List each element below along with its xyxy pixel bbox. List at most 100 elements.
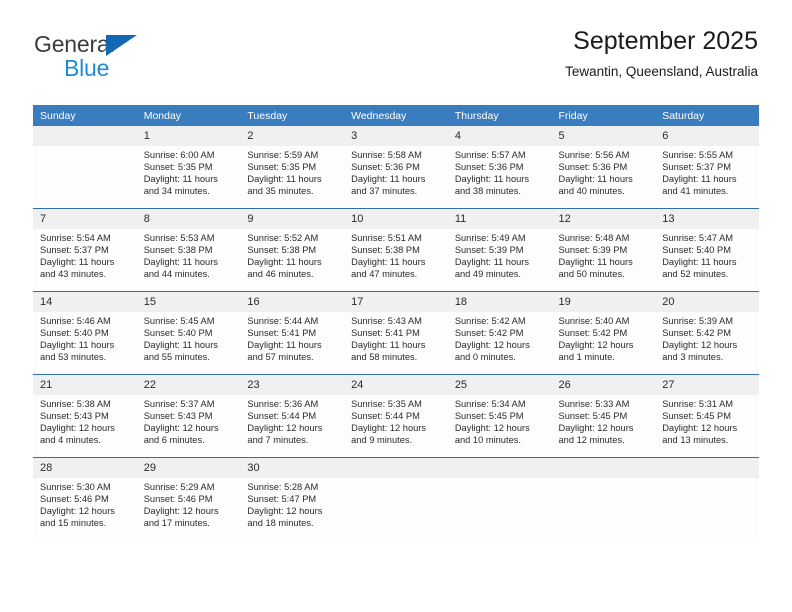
logo-text-general: General bbox=[34, 31, 115, 57]
logo-triangle-icon bbox=[106, 35, 137, 56]
daylight-text: Daylight: 11 hours and 44 minutes. bbox=[143, 257, 218, 280]
calendar-day-cell[interactable]: 17 Sunrise: 5:43 AM Sunset: 5:41 PM Dayligh… bbox=[344, 291, 448, 375]
day-number: 18 bbox=[447, 292, 552, 312]
weekday-header-cell: Sunday bbox=[33, 105, 137, 126]
day-number bbox=[655, 458, 759, 478]
day-sun-info: Sunrise: 5:33 AM Sunset: 5:45 PM Daylight:… bbox=[552, 395, 656, 446]
calendar-day-cell[interactable]: 26 Sunrise: 5:33 AM Sunset: 5:45 PM Dayligh… bbox=[551, 374, 656, 458]
calendar-day-cell[interactable]: 6 Sunrise: 5:55 AM Sunset: 5:37 PM Daylight… bbox=[655, 126, 759, 209]
calendar-day-cell[interactable]: 29 Sunrise: 5:29 AM Sunset: 5:46 PM Dayligh… bbox=[136, 457, 241, 540]
generalblue-logo: General Blue bbox=[34, 32, 264, 88]
daylight-text: Daylight: 12 hours and 1 minute. bbox=[558, 340, 634, 363]
calendar-day-cell[interactable]: 3 Sunrise: 5:58 AM Sunset: 5:36 PM Daylight… bbox=[344, 126, 448, 209]
calendar-day-cell[interactable]: 25 Sunrise: 5:34 AM Sunset: 5:45 PM Dayligh… bbox=[447, 374, 552, 458]
day-number: 8 bbox=[136, 209, 241, 229]
calendar-day-cell[interactable]: 18 Sunrise: 5:42 AM Sunset: 5:42 PM Dayligh… bbox=[447, 291, 552, 375]
calendar-day-cell[interactable]: 1 Sunrise: 6:00 AM Sunset: 5:35 PM Daylight… bbox=[136, 126, 241, 209]
calendar-day-cell[interactable]: 23 Sunrise: 5:36 AM Sunset: 5:44 PM Dayligh… bbox=[240, 374, 345, 458]
calendar-day-cell[interactable]: 16 Sunrise: 5:44 AM Sunset: 5:41 PM Dayligh… bbox=[240, 291, 345, 375]
calendar-day-cell[interactable]: 14 Sunrise: 5:46 AM Sunset: 5:40 PM Dayligh… bbox=[33, 291, 137, 375]
sunrise-text: Sunrise: 6:00 AM bbox=[143, 150, 215, 160]
day-sun-info: Sunrise: 5:45 AM Sunset: 5:40 PM Daylight:… bbox=[137, 312, 241, 363]
sunrise-text: Sunrise: 5:28 AM bbox=[247, 482, 319, 492]
calendar-day-cell[interactable]: 13 Sunrise: 5:47 AM Sunset: 5:40 PM Dayligh… bbox=[655, 208, 759, 292]
daylight-text: Daylight: 11 hours and 49 minutes. bbox=[454, 257, 530, 280]
sunset-text: Sunset: 5:44 PM bbox=[247, 411, 317, 422]
sunrise-text: Sunrise: 5:36 AM bbox=[247, 399, 319, 409]
sunset-text: Sunset: 5:39 PM bbox=[454, 245, 524, 256]
calendar-day-cell[interactable]: 20 Sunrise: 5:39 AM Sunset: 5:42 PM Dayligh… bbox=[655, 291, 759, 375]
day-sun-info: Sunrise: 5:37 AM Sunset: 5:43 PM Daylight:… bbox=[137, 395, 241, 446]
sunrise-text: Sunrise: 5:56 AM bbox=[558, 150, 630, 160]
day-number: 19 bbox=[551, 292, 656, 312]
daylight-text: Daylight: 12 hours and 9 minutes. bbox=[351, 423, 427, 446]
calendar-day-cell[interactable]: 2 Sunrise: 5:59 AM Sunset: 5:35 PM Daylight… bbox=[240, 126, 345, 209]
sunrise-text: Sunrise: 5:52 AM bbox=[247, 233, 319, 243]
calendar-day-cell[interactable]: 27 Sunrise: 5:31 AM Sunset: 5:45 PM Dayligh… bbox=[655, 374, 759, 458]
day-sun-info: Sunrise: 5:38 AM Sunset: 5:43 PM Daylight:… bbox=[33, 395, 137, 446]
sunset-text: Sunset: 5:35 PM bbox=[143, 162, 213, 173]
day-number: 27 bbox=[655, 375, 759, 395]
calendar-day-cell-empty bbox=[447, 457, 552, 540]
day-sun-info: Sunrise: 5:54 AM Sunset: 5:37 PM Daylight:… bbox=[33, 229, 137, 280]
day-number: 28 bbox=[33, 458, 137, 478]
calendar-day-cell[interactable]: 10 Sunrise: 5:51 AM Sunset: 5:38 PM Dayligh… bbox=[344, 208, 448, 292]
day-sun-info: Sunrise: 5:31 AM Sunset: 5:45 PM Daylight:… bbox=[655, 395, 759, 446]
calendar-day-cell[interactable]: 5 Sunrise: 5:56 AM Sunset: 5:36 PM Daylight… bbox=[551, 126, 656, 209]
calendar-day-cell[interactable]: 22 Sunrise: 5:37 AM Sunset: 5:43 PM Dayligh… bbox=[136, 374, 241, 458]
daylight-text: Daylight: 12 hours and 12 minutes. bbox=[558, 423, 634, 446]
sunset-text: Sunset: 5:42 PM bbox=[558, 328, 628, 339]
sunset-text: Sunset: 5:45 PM bbox=[662, 411, 731, 422]
calendar-week-row: 14 Sunrise: 5:46 AM Sunset: 5:40 PM Dayligh… bbox=[33, 291, 759, 375]
weekday-header: Sunday Monday Tuesday Wednesday Thursday Frid… bbox=[33, 105, 759, 126]
page-title: September 2025 bbox=[573, 27, 758, 55]
title-block: September 2025 Tewantin, Queensland, Aus… bbox=[565, 26, 758, 82]
sunset-text: Sunset: 5:37 PM bbox=[40, 245, 109, 256]
day-sun-info: Sunrise: 5:49 AM Sunset: 5:39 PM Daylight:… bbox=[448, 229, 552, 280]
day-number: 14 bbox=[33, 292, 137, 312]
daylight-text: Daylight: 12 hours and 15 minutes. bbox=[40, 506, 115, 529]
weekday-header-cell: Friday bbox=[551, 105, 656, 126]
calendar-day-cell[interactable]: 28 Sunrise: 5:30 AM Sunset: 5:46 PM Dayligh… bbox=[33, 457, 137, 540]
day-number: 3 bbox=[344, 126, 448, 146]
day-number: 4 bbox=[447, 126, 552, 146]
sunrise-text: Sunrise: 5:33 AM bbox=[558, 399, 630, 409]
daylight-text: Daylight: 11 hours and 47 minutes. bbox=[351, 257, 426, 280]
daylight-text: Daylight: 11 hours and 58 minutes. bbox=[351, 340, 426, 363]
calendar-day-cell[interactable]: 21 Sunrise: 5:38 AM Sunset: 5:43 PM Dayligh… bbox=[33, 374, 137, 458]
calendar-day-cell[interactable]: 4 Sunrise: 5:57 AM Sunset: 5:36 PM Daylight… bbox=[447, 126, 552, 209]
calendar-day-cell[interactable]: 7 Sunrise: 5:54 AM Sunset: 5:37 PM Daylight… bbox=[33, 208, 137, 292]
sunset-text: Sunset: 5:38 PM bbox=[247, 245, 317, 256]
calendar-day-cell[interactable]: 9 Sunrise: 5:52 AM Sunset: 5:38 PM Daylight… bbox=[240, 208, 345, 292]
calendar-day-cell[interactable]: 15 Sunrise: 5:45 AM Sunset: 5:40 PM Dayligh… bbox=[136, 291, 241, 375]
calendar-table: Sunday Monday Tuesday Wednesday Thursday Frid… bbox=[33, 105, 759, 540]
sunrise-text: Sunrise: 5:31 AM bbox=[662, 399, 734, 409]
sunset-text: Sunset: 5:43 PM bbox=[40, 411, 109, 422]
day-sun-info: Sunrise: 5:53 AM Sunset: 5:38 PM Daylight:… bbox=[137, 229, 241, 280]
day-sun-info: Sunrise: 5:28 AM Sunset: 5:47 PM Daylight:… bbox=[240, 478, 344, 529]
sunset-text: Sunset: 5:36 PM bbox=[558, 162, 628, 173]
sunrise-text: Sunrise: 5:45 AM bbox=[143, 316, 215, 326]
day-sun-info: Sunrise: 5:29 AM Sunset: 5:46 PM Daylight:… bbox=[137, 478, 241, 529]
weekday-header-cell: Monday bbox=[136, 105, 241, 126]
calendar-day-cell-empty bbox=[344, 457, 448, 540]
calendar-page: General Blue September 2025 Tewantin, Qu… bbox=[0, 0, 792, 612]
day-number: 26 bbox=[551, 375, 656, 395]
calendar-day-cell[interactable]: 30 Sunrise: 5:28 AM Sunset: 5:47 PM Dayligh… bbox=[240, 457, 345, 540]
day-number: 11 bbox=[447, 209, 552, 229]
day-sun-info: Sunrise: 5:39 AM Sunset: 5:42 PM Daylight:… bbox=[655, 312, 759, 363]
page-subtitle: Tewantin, Queensland, Australia bbox=[565, 64, 758, 79]
daylight-text: Daylight: 12 hours and 7 minutes. bbox=[247, 423, 323, 446]
calendar-day-cell[interactable]: 24 Sunrise: 5:35 AM Sunset: 5:44 PM Dayligh… bbox=[344, 374, 448, 458]
day-sun-info: Sunrise: 5:47 AM Sunset: 5:40 PM Daylight:… bbox=[655, 229, 759, 280]
day-number: 21 bbox=[33, 375, 137, 395]
sunset-text: Sunset: 5:44 PM bbox=[351, 411, 420, 422]
calendar-day-cell[interactable]: 8 Sunrise: 5:53 AM Sunset: 5:38 PM Daylight… bbox=[136, 208, 241, 292]
daylight-text: Daylight: 12 hours and 3 minutes. bbox=[662, 340, 738, 363]
day-sun-info: Sunrise: 5:51 AM Sunset: 5:38 PM Daylight:… bbox=[344, 229, 448, 280]
calendar-day-cell[interactable]: 12 Sunrise: 5:48 AM Sunset: 5:39 PM Dayligh… bbox=[551, 208, 656, 292]
day-sun-info: Sunrise: 6:00 AM Sunset: 5:35 PM Daylight:… bbox=[137, 146, 241, 197]
daylight-text: Daylight: 11 hours and 38 minutes. bbox=[454, 174, 530, 197]
calendar-day-cell[interactable]: 11 Sunrise: 5:49 AM Sunset: 5:39 PM Dayligh… bbox=[447, 208, 552, 292]
calendar-day-cell[interactable]: 19 Sunrise: 5:40 AM Sunset: 5:42 PM Dayligh… bbox=[551, 291, 656, 375]
